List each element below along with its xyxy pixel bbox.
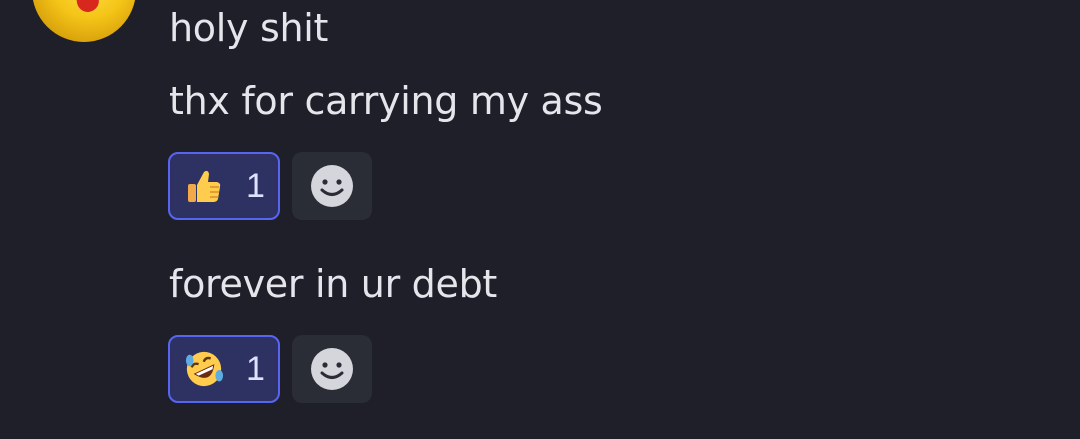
reaction-count: 1 xyxy=(246,349,265,388)
reaction-thumbs-up[interactable]: 1 xyxy=(168,152,280,220)
smiley-add-reaction-icon xyxy=(311,165,353,207)
reaction-count: 1 xyxy=(246,166,265,205)
message-text-3: forever in ur debt xyxy=(169,262,497,306)
reaction-bar-1: 1 xyxy=(168,152,372,220)
reaction-bar-2: 1 xyxy=(168,335,372,403)
user-avatar[interactable] xyxy=(32,0,136,42)
rolling-laughing-icon xyxy=(184,349,224,389)
message-text-1: holy shit xyxy=(169,6,329,50)
add-reaction-button[interactable] xyxy=(292,335,372,403)
thumbs-up-icon xyxy=(184,166,224,206)
reaction-rofl[interactable]: 1 xyxy=(168,335,280,403)
smiley-add-reaction-icon xyxy=(311,348,353,390)
message-text-2: thx for carrying my ass xyxy=(169,79,603,123)
add-reaction-button[interactable] xyxy=(292,152,372,220)
avatar-beak xyxy=(73,0,101,14)
